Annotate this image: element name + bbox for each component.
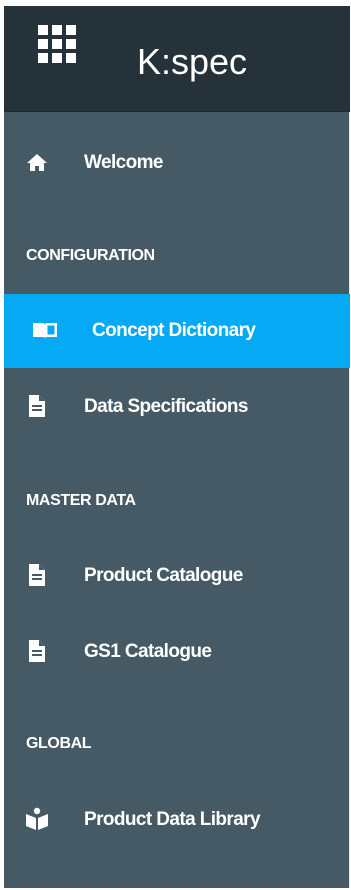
home-icon xyxy=(24,149,50,175)
document-icon xyxy=(24,638,50,664)
sidebar: K:spec Welcome CONFIGURATION Concept Dic… xyxy=(4,6,350,888)
nav-item-data-specifications[interactable]: Data Specifications xyxy=(4,370,350,444)
nav-item-product-data-library[interactable]: Product Data Library xyxy=(4,783,350,857)
nav-item-welcome[interactable]: Welcome xyxy=(4,126,350,200)
nav-label-gs1-catalogue: GS1 Catalogue xyxy=(84,641,212,662)
package-library-icon xyxy=(24,806,50,832)
app-title: K:spec xyxy=(137,41,248,82)
nav-item-product-catalogue[interactable]: Product Catalogue xyxy=(4,539,350,613)
apps-grid-icon[interactable] xyxy=(38,25,90,77)
nav-label-welcome: Welcome xyxy=(84,152,163,173)
document-icon xyxy=(24,562,50,588)
nav-label-product-catalogue: Product Catalogue xyxy=(84,565,243,586)
app-header: K:spec xyxy=(4,6,350,112)
nav-label-data-specifications: Data Specifications xyxy=(84,396,248,417)
nav-label-product-data-library: Product Data Library xyxy=(84,809,261,830)
nav-item-concept-dictionary[interactable]: Concept Dictionary xyxy=(4,294,350,368)
section-header-configuration: CONFIGURATION xyxy=(26,247,155,264)
nav-label-concept-dictionary: Concept Dictionary xyxy=(92,320,256,341)
section-header-master-data: MASTER DATA xyxy=(26,492,136,509)
document-icon xyxy=(24,393,50,419)
section-header-global: GLOBAL xyxy=(26,735,92,752)
book-icon xyxy=(32,317,58,343)
nav-item-gs1-catalogue[interactable]: GS1 Catalogue xyxy=(4,615,350,689)
